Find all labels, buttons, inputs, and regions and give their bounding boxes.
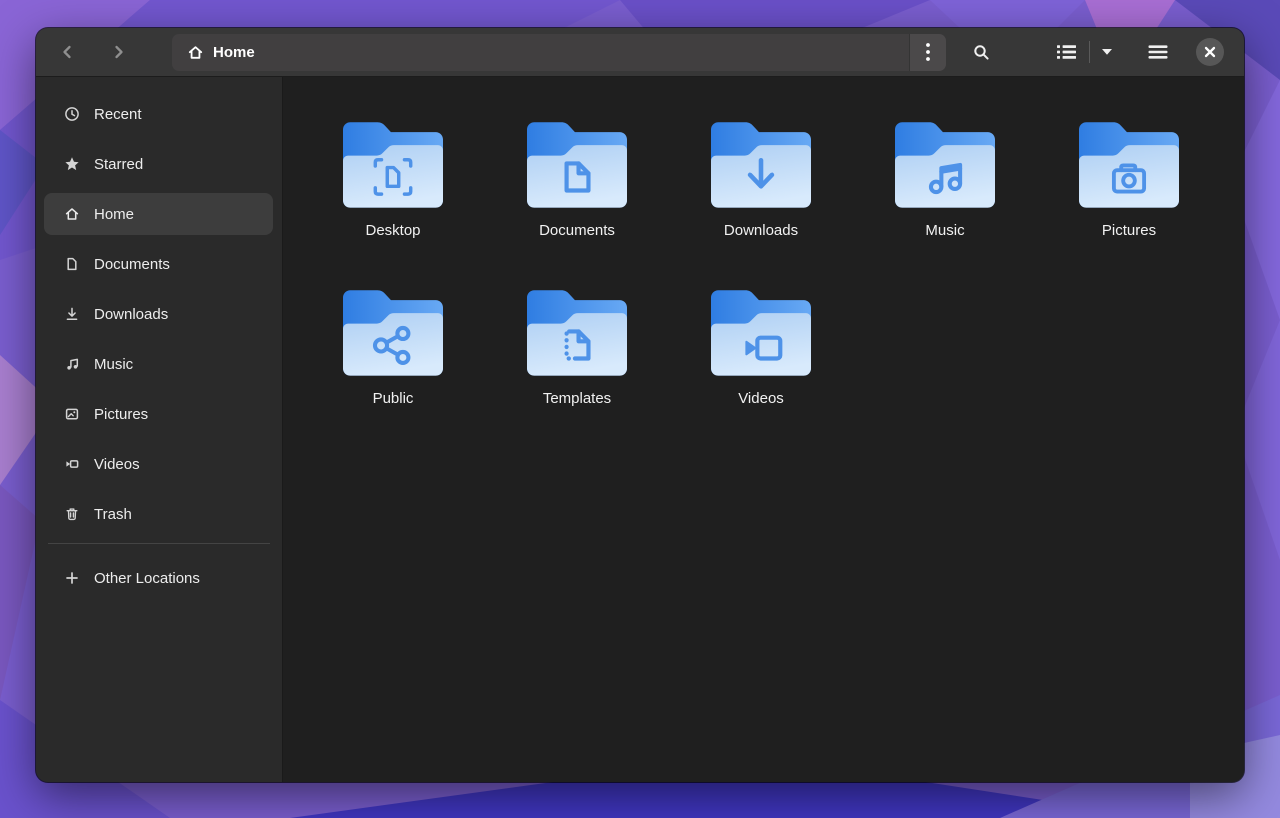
location-menu-button[interactable] bbox=[909, 34, 946, 71]
sidebar-item-documents[interactable]: Documents bbox=[44, 243, 273, 285]
folder-documents[interactable]: Documents bbox=[485, 122, 669, 290]
folder-name: Desktop bbox=[365, 222, 420, 239]
folder-templates[interactable]: Templates bbox=[485, 290, 669, 458]
list-view-button[interactable] bbox=[1045, 34, 1089, 70]
image-icon bbox=[64, 406, 80, 422]
path-bar[interactable]: Home bbox=[172, 34, 946, 71]
kebab-menu-icon bbox=[925, 42, 931, 62]
chevron-left-icon bbox=[59, 43, 77, 61]
home-icon bbox=[187, 44, 204, 61]
sidebar-item-label: Recent bbox=[94, 106, 142, 123]
sidebar: Recent Starred Home Documents bbox=[36, 77, 283, 782]
file-view: Desktop Documents bbox=[283, 77, 1244, 782]
back-button[interactable] bbox=[48, 34, 88, 70]
list-view-icon bbox=[1057, 44, 1077, 60]
folder-grid: Desktop Documents bbox=[301, 122, 1244, 458]
music-note-icon bbox=[64, 356, 80, 372]
folder-name: Downloads bbox=[724, 222, 798, 239]
folder-icon bbox=[711, 122, 811, 210]
sidebar-item-home[interactable]: Home bbox=[44, 193, 273, 235]
plus-icon bbox=[64, 570, 80, 586]
folder-icon bbox=[343, 122, 443, 210]
sidebar-item-downloads[interactable]: Downloads bbox=[44, 293, 273, 335]
trash-icon bbox=[64, 506, 80, 522]
sidebar-item-trash[interactable]: Trash bbox=[44, 493, 273, 535]
sidebar-item-label: Music bbox=[94, 356, 133, 373]
sidebar-item-label: Home bbox=[94, 206, 134, 223]
folder-icon bbox=[527, 290, 627, 378]
close-icon bbox=[1204, 46, 1216, 58]
folder-icon bbox=[1079, 122, 1179, 210]
path-label: Home bbox=[213, 44, 255, 61]
folder-icon bbox=[343, 290, 443, 378]
folder-videos[interactable]: Videos bbox=[669, 290, 853, 458]
folder-icon bbox=[711, 290, 811, 378]
close-window-button[interactable] bbox=[1196, 38, 1224, 66]
chevron-right-icon bbox=[109, 43, 127, 61]
sidebar-item-label: Pictures bbox=[94, 406, 148, 423]
folder-desktop[interactable]: Desktop bbox=[301, 122, 485, 290]
forward-button[interactable] bbox=[98, 34, 138, 70]
folder-name: Videos bbox=[738, 390, 784, 407]
folder-icon bbox=[527, 122, 627, 210]
sidebar-item-label: Trash bbox=[94, 506, 132, 523]
star-icon bbox=[64, 156, 80, 172]
sidebar-item-label: Videos bbox=[94, 456, 140, 473]
search-button[interactable] bbox=[963, 34, 999, 70]
hamburger-menu-icon bbox=[1148, 45, 1168, 59]
sidebar-item-videos[interactable]: Videos bbox=[44, 443, 273, 485]
sidebar-item-label: Downloads bbox=[94, 306, 168, 323]
sidebar-divider bbox=[48, 543, 270, 544]
folder-public[interactable]: Public bbox=[301, 290, 485, 458]
folder-downloads[interactable]: Downloads bbox=[669, 122, 853, 290]
sidebar-item-starred[interactable]: Starred bbox=[44, 143, 273, 185]
search-icon bbox=[973, 44, 990, 61]
main-menu-button[interactable] bbox=[1138, 34, 1178, 70]
sidebar-item-recent[interactable]: Recent bbox=[44, 93, 273, 135]
folder-icon bbox=[895, 122, 995, 210]
sidebar-item-pictures[interactable]: Pictures bbox=[44, 393, 273, 435]
sidebar-item-label: Starred bbox=[94, 156, 143, 173]
sidebar-item-label: Documents bbox=[94, 256, 170, 273]
folder-name: Templates bbox=[543, 390, 611, 407]
home-icon bbox=[64, 206, 80, 222]
view-toggle-split-button bbox=[1045, 34, 1124, 70]
sidebar-item-other-locations[interactable]: Other Locations bbox=[44, 557, 273, 599]
recent-clock-icon bbox=[64, 106, 80, 122]
folder-name: Documents bbox=[539, 222, 615, 239]
folder-name: Music bbox=[925, 222, 964, 239]
view-options-dropdown-button[interactable] bbox=[1090, 34, 1124, 70]
folder-music[interactable]: Music bbox=[853, 122, 1037, 290]
folder-name: Pictures bbox=[1102, 222, 1156, 239]
sidebar-item-music[interactable]: Music bbox=[44, 343, 273, 385]
folder-pictures[interactable]: Pictures bbox=[1037, 122, 1221, 290]
camera-video-icon bbox=[64, 456, 80, 472]
document-icon bbox=[64, 256, 80, 272]
window-body: Recent Starred Home Documents bbox=[36, 77, 1244, 782]
chevron-down-icon bbox=[1101, 48, 1113, 56]
folder-name: Public bbox=[373, 390, 414, 407]
files-window: Home bbox=[36, 28, 1244, 782]
path-location[interactable]: Home bbox=[172, 34, 909, 71]
sidebar-item-label: Other Locations bbox=[94, 570, 200, 587]
headerbar: Home bbox=[36, 28, 1244, 77]
download-icon bbox=[64, 306, 80, 322]
